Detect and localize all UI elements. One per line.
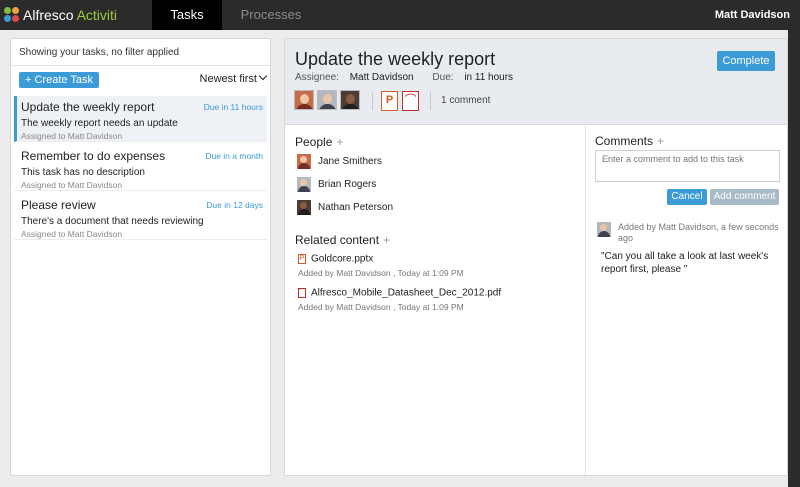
filter-status: Showing your tasks, no filter applied — [19, 47, 180, 58]
assignee-label: Assignee: — [295, 72, 339, 83]
task-item[interactable]: Please review Due in 12 days There's a d… — [14, 194, 267, 240]
task-description: There's a document that needs reviewing — [21, 216, 204, 227]
task-detail-header: Update the weekly report Assignee: Matt … — [285, 39, 787, 125]
avatar — [297, 176, 311, 192]
task-item[interactable]: Update the weekly report Due in 11 hours… — [14, 96, 267, 142]
comment-input[interactable] — [595, 150, 780, 182]
task-assignee: Assigned to Matt Davidson — [21, 180, 123, 190]
avatar[interactable] — [294, 90, 314, 110]
avatar[interactable] — [317, 90, 337, 110]
person-name: Brian Rogers — [318, 178, 377, 190]
sort-dropdown[interactable]: Newest first — [199, 71, 268, 85]
task-assignee: Assigned to Matt Davidson — [21, 131, 123, 141]
comments-heading-label: Comments — [595, 134, 654, 148]
person-item[interactable]: Brian Rogers — [297, 176, 376, 192]
avatar[interactable] — [340, 90, 360, 110]
file-meta: Added by Matt Davidson , Today at 1:09 P… — [298, 268, 464, 278]
task-list-panel: Showing your tasks, no filter applied + … — [10, 38, 271, 476]
alfresco-logo-icon — [4, 7, 20, 23]
related-heading-label: Related content — [295, 233, 380, 247]
ppt-file-icon[interactable]: P — [381, 91, 398, 111]
person-name: Nathan Peterson — [318, 201, 394, 213]
comment-count[interactable]: 1 comment — [441, 95, 490, 106]
chevron-down-icon — [258, 71, 268, 81]
involved-people-avatars — [294, 90, 363, 110]
pdf-file-icon: ⌒ — [298, 288, 306, 299]
comments-panel: Comments+ Cancel Add comment Added by Ma… — [585, 126, 787, 475]
scrollbar[interactable] — [788, 30, 800, 487]
task-description: The weekly report needs an update — [21, 118, 178, 129]
brand-accent: Activiti — [76, 7, 118, 23]
assignee-row: Assignee: Matt Davidson Due: in 11 hours — [295, 72, 513, 83]
pdf-file-icon[interactable]: ⌒ — [402, 91, 419, 111]
comment-meta: Added by Matt Davidson, a few seconds ag… — [618, 222, 779, 243]
brand-logo[interactable]: Alfresco Activiti — [4, 7, 117, 23]
add-person-icon[interactable]: + — [336, 135, 343, 149]
due-value[interactable]: in 11 hours — [464, 72, 513, 83]
people-heading-label: People — [295, 135, 333, 149]
related-content-item[interactable]: ⌒ Alfresco_Mobile_Datasheet_Dec_2012.pdf … — [298, 287, 501, 312]
related-content-heading: Related content + — [295, 233, 390, 247]
avatar — [297, 199, 311, 215]
file-name: Alfresco_Mobile_Datasheet_Dec_2012.pdf — [311, 287, 502, 299]
task-due: Due in 11 hours — [203, 102, 263, 112]
add-comment-button[interactable]: Add comment — [710, 189, 779, 205]
comment-item: Added by Matt Davidson, a few seconds ag… — [597, 222, 782, 276]
divider — [11, 65, 270, 66]
task-due: Due in a month — [205, 151, 263, 161]
assignee-value[interactable]: Matt Davidson — [350, 72, 414, 83]
task-description: This task has no description — [21, 167, 145, 178]
task-detail-panel: Update the weekly report Assignee: Matt … — [284, 38, 788, 476]
due-label: Due: — [432, 72, 454, 83]
add-comment-icon[interactable]: + — [657, 134, 664, 148]
complete-button[interactable]: Complete — [717, 51, 775, 71]
divider — [430, 92, 431, 110]
task-detail-title: Update the weekly report — [295, 49, 496, 69]
cancel-button[interactable]: Cancel — [667, 189, 707, 205]
task-due: Due in 12 days — [206, 200, 263, 210]
file-meta: Added by Matt Davidson , Today at 1:09 P… — [298, 302, 464, 312]
tab-tasks[interactable]: Tasks — [152, 0, 222, 30]
add-content-icon[interactable]: + — [383, 233, 390, 247]
create-task-button[interactable]: + Create Task — [19, 72, 99, 88]
person-item[interactable]: Nathan Peterson — [297, 199, 393, 215]
sort-label: Newest first — [199, 73, 257, 85]
avatar — [297, 153, 311, 169]
brand-name: Alfresco — [23, 7, 74, 23]
user-menu[interactable]: Matt Davidson — [715, 0, 790, 30]
ppt-file-icon: P — [298, 254, 306, 265]
tab-processes[interactable]: Processes — [236, 0, 306, 30]
task-assignee: Assigned to Matt Davidson — [21, 229, 123, 239]
task-item[interactable]: Remember to do expenses Due in a month T… — [14, 145, 267, 191]
comment-text: "Can you all take a look at last week's … — [601, 251, 769, 275]
avatar — [597, 222, 611, 237]
people-heading: People + — [295, 135, 343, 149]
file-name: Goldcore.pptx — [311, 253, 374, 265]
person-name: Jane Smithers — [318, 155, 382, 167]
top-bar: Alfresco Activiti Tasks Processes Matt D… — [0, 0, 800, 30]
comments-heading: Comments + — [595, 134, 664, 148]
divider — [372, 92, 373, 110]
related-content-item[interactable]: P Goldcore.pptx Added by Matt Davidson , … — [298, 253, 464, 278]
person-item[interactable]: Jane Smithers — [297, 153, 382, 169]
